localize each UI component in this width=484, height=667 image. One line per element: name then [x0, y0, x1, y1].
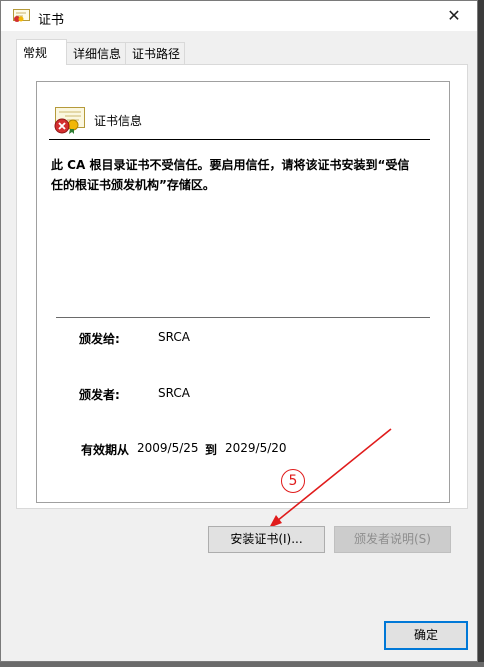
step-annotation-badge: 5 — [281, 469, 305, 493]
divider-mid — [56, 317, 430, 318]
title-bar: 证书 ✕ — [1, 1, 477, 31]
valid-from-value: 2009/5/25 — [137, 441, 199, 455]
tab-details-label: 详细信息 — [73, 47, 122, 61]
untrusted-warning-text: 此 CA 根目录证书不受信任。要启用信任，请将该证书安装到“受信 任的根证书颁发… — [51, 155, 426, 195]
issued-by-label: 颁发者: — [79, 388, 120, 402]
divider-top — [49, 139, 430, 140]
issuer-statement-button[interactable]: 颁发者说明(S) — [334, 526, 451, 553]
tab-cert-path[interactable]: 证书路径 — [125, 42, 185, 64]
issuer-statement-label: 颁发者说明(S) — [354, 532, 431, 546]
tab-general-label: 常规 — [23, 46, 48, 60]
valid-to-value: 2029/5/20 — [225, 441, 287, 455]
tab-general[interactable]: 常规 — [16, 39, 67, 65]
tab-cert-path-label: 证书路径 — [132, 47, 181, 61]
certificate-dialog: 证书 ✕ 常规 详细信息 证书路径 证书信息 此 CA 根目录证书不受信任。要启… — [0, 0, 478, 662]
window-title: 证书 — [38, 13, 65, 28]
valid-to-label: 到 — [205, 443, 218, 457]
certificate-icon — [13, 9, 30, 22]
issued-to-label: 颁发给: — [79, 332, 120, 346]
warning-line-2: 任的根证书颁发机构”存储区。 — [51, 178, 215, 192]
warning-line-1: 此 CA 根目录证书不受信任。要启用信任，请将该证书安装到“受信 — [51, 158, 410, 172]
desktop-background — [478, 0, 484, 667]
close-icon: ✕ — [447, 6, 461, 25]
valid-from-label: 有效期从 — [81, 443, 130, 457]
certificate-info-box — [36, 81, 450, 503]
install-certificate-label: 安装证书(I)... — [230, 532, 303, 546]
step-number: 5 — [288, 473, 298, 489]
install-certificate-button[interactable]: 安装证书(I)... — [208, 526, 325, 553]
issued-by-value: SRCA — [158, 386, 190, 400]
close-button[interactable]: ✕ — [431, 1, 477, 31]
certificate-untrusted-icon — [54, 107, 85, 134]
desktop-background-bottom — [0, 662, 484, 667]
tab-details[interactable]: 详细信息 — [66, 42, 126, 64]
section-title: 证书信息 — [94, 114, 143, 128]
ok-label: 确定 — [413, 628, 438, 642]
issued-to-value: SRCA — [158, 330, 190, 344]
ok-button[interactable]: 确定 — [384, 621, 468, 650]
